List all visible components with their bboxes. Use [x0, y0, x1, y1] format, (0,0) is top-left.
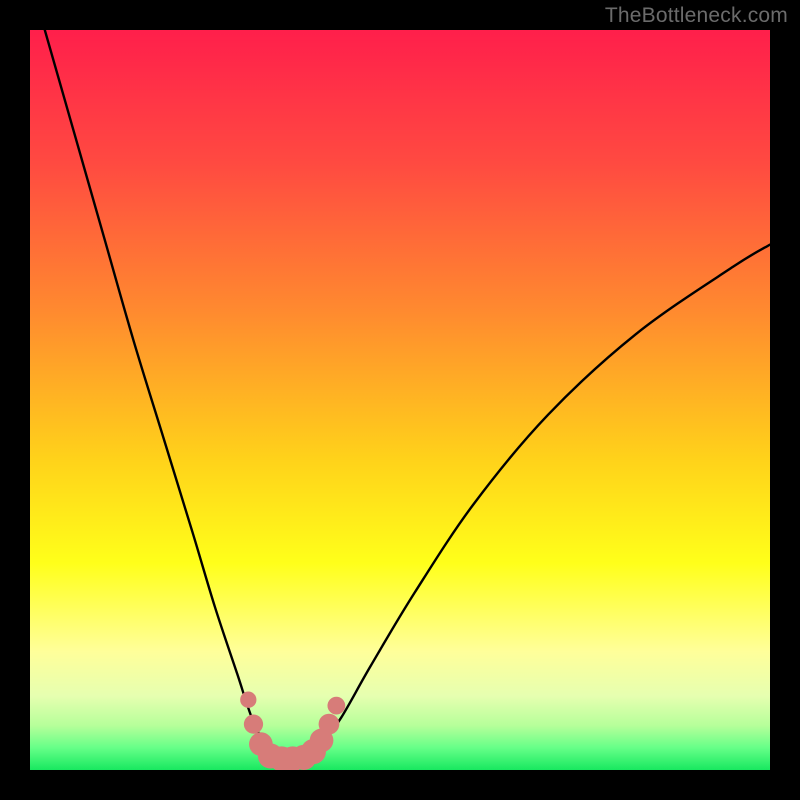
optimum-markers — [240, 692, 345, 770]
attribution-label: TheBottleneck.com — [605, 4, 788, 28]
bottleneck-chart — [30, 30, 770, 770]
chart-frame: TheBottleneck.com — [0, 0, 800, 800]
plot-area — [30, 30, 770, 770]
optimum-marker — [327, 697, 345, 715]
optimum-marker — [319, 714, 340, 735]
bottleneck-curve — [45, 30, 770, 760]
optimum-marker — [240, 692, 256, 708]
optimum-marker — [244, 715, 263, 734]
